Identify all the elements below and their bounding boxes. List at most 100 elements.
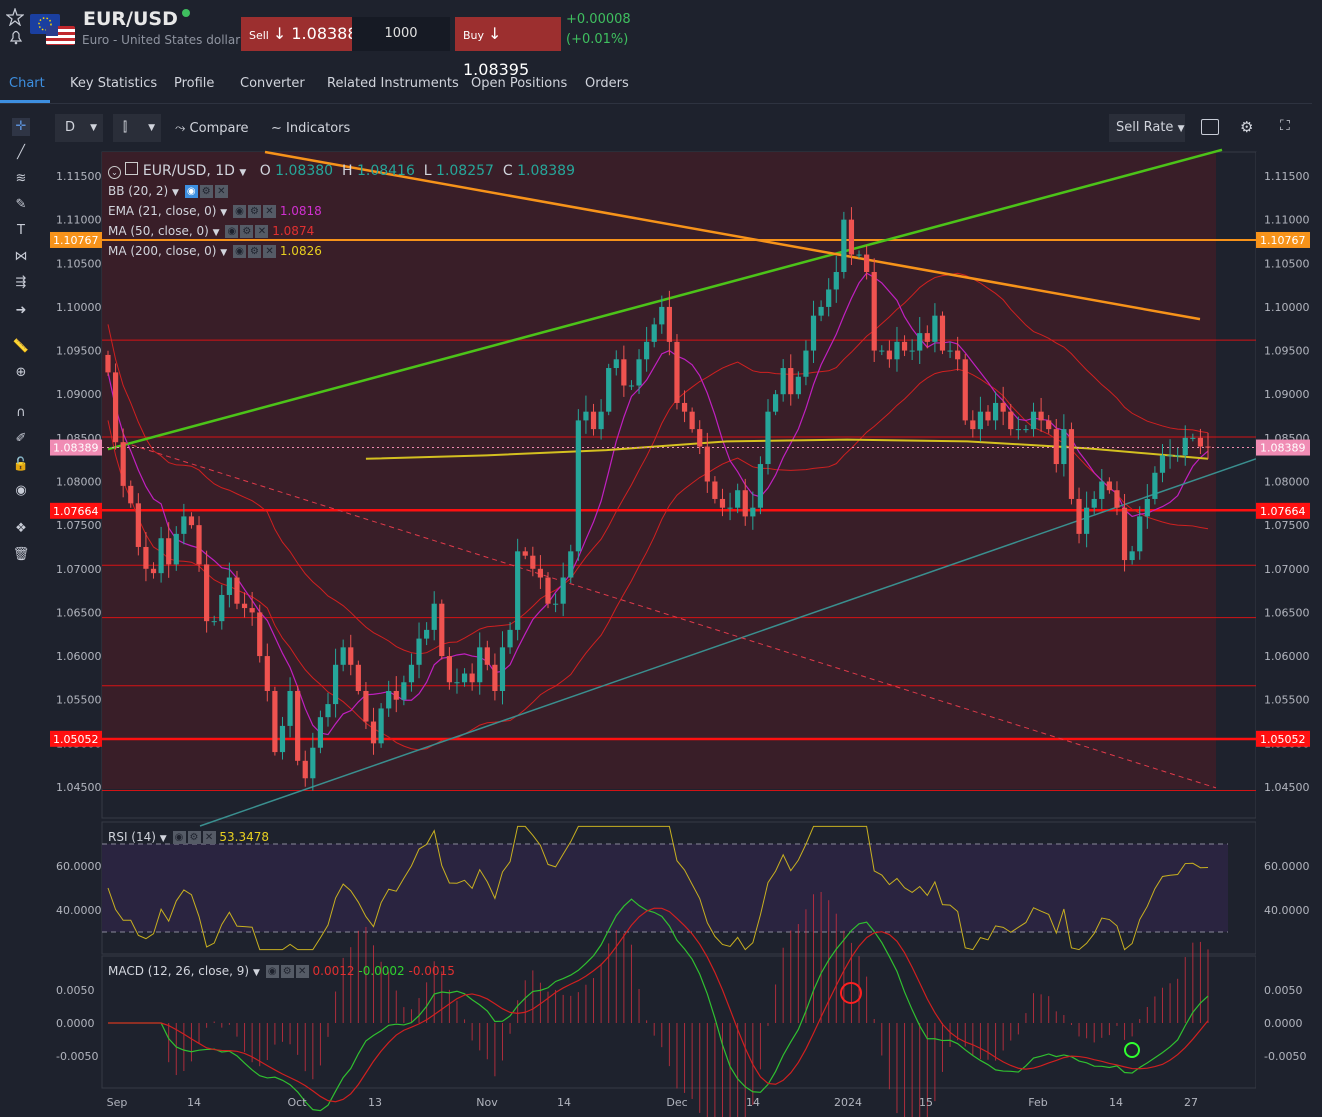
settings-icon[interactable]: ⚙	[247, 205, 261, 218]
candle-body	[401, 682, 407, 700]
quantity-input[interactable]: 1000	[352, 17, 450, 51]
candle-body	[219, 594, 225, 622]
fullscreen-icon[interactable]: ⛶	[1280, 118, 1290, 134]
candle-body	[719, 498, 726, 508]
candle-body	[158, 538, 164, 574]
candle-body	[416, 638, 422, 665]
candle-body	[173, 533, 179, 565]
candle-body	[871, 272, 877, 351]
candle-body	[636, 359, 642, 386]
candle-body	[348, 647, 354, 665]
settings-icon[interactable]: ⚙	[248, 245, 262, 258]
ema-legend[interactable]: EMA (21, close, 0) ▼ ◉ ⚙ ✕ 1.0818	[108, 204, 322, 218]
candle-body	[735, 490, 741, 508]
left-price-tick-label: 1.05500	[56, 694, 102, 707]
candle-body	[211, 621, 217, 623]
eye-icon[interactable]: ◉	[225, 225, 239, 238]
settings-icon[interactable]: ⚙	[199, 185, 213, 198]
ma50-label: MA (50, close, 0)	[108, 224, 209, 238]
macd-label: MACD (12, 26, close, 9)	[108, 964, 250, 978]
tab-chart[interactable]: Chart	[9, 76, 45, 91]
candle-body	[803, 350, 809, 377]
tab-related-instruments[interactable]: Related Instruments	[327, 76, 459, 91]
legend-title[interactable]: EUR/USD, 1D	[143, 163, 235, 179]
bell-icon[interactable]	[7, 28, 25, 46]
left-price-tick-label: 1.11000	[56, 214, 102, 227]
candle-body	[689, 411, 695, 430]
candle-body	[128, 485, 134, 504]
candle-body	[598, 411, 604, 430]
rsi-legend[interactable]: RSI (14) ▼ ◉ ⚙ ✕ 53.3478	[108, 830, 269, 844]
tab-key-statistics[interactable]: Key Statistics	[70, 76, 157, 91]
collapse-icon[interactable]: ⌄	[108, 166, 121, 179]
remove-icon[interactable]: ✕	[262, 205, 276, 218]
ma50-legend[interactable]: MA (50, close, 0) ▼ ◉ ⚙ ✕ 1.0874	[108, 224, 314, 238]
settings-gear-icon[interactable]: ⚙	[1240, 118, 1253, 136]
rsi-left-tick-label: 40.0000	[56, 904, 102, 917]
macd-tick-label: 0.0000	[1264, 1017, 1303, 1030]
candle-body	[697, 429, 703, 447]
eye-icon[interactable]: ◉	[233, 245, 247, 258]
compare-button[interactable]: ⤳ Compare	[175, 121, 249, 136]
settings-icon[interactable]: ⚙	[280, 965, 294, 978]
bb-legend[interactable]: BB (20, 2) ▼ ◉ ⚙ ✕	[108, 184, 228, 198]
eye-icon[interactable]: ◉	[172, 831, 186, 844]
tab-orders[interactable]: Orders	[585, 76, 629, 91]
open-value: 1.08380	[275, 163, 334, 179]
candle-body	[370, 721, 377, 744]
remove-icon[interactable]: ✕	[255, 225, 269, 238]
candle-body	[264, 656, 270, 691]
settings-icon[interactable]: ⚙	[187, 831, 201, 844]
candle-body	[932, 315, 938, 342]
candle-body	[712, 481, 718, 499]
candle-body	[204, 564, 210, 622]
close-value: 1.08389	[517, 163, 575, 179]
left-price-tick-label: 1.06500	[56, 606, 102, 619]
candle-body	[681, 402, 688, 412]
candle-body	[507, 629, 513, 648]
ma200-value: 1.0826	[279, 244, 322, 258]
tab-profile[interactable]: Profile	[174, 76, 214, 91]
remove-icon[interactable]: ✕	[202, 831, 216, 844]
price-tick-label: 1.10000	[1264, 301, 1310, 314]
tab-converter[interactable]: Converter	[240, 76, 305, 91]
price-tick-label: 1.05500	[1264, 694, 1310, 707]
macd-left-tick-label: 0.0050	[56, 984, 95, 997]
candle-body	[537, 568, 544, 578]
candle-body	[879, 350, 885, 352]
candle-body	[674, 341, 680, 403]
price-tag-right-label: 1.05052	[1260, 733, 1306, 746]
star-icon[interactable]	[5, 7, 25, 27]
candle-body	[552, 603, 559, 605]
crosshair-icon[interactable]: ✛	[12, 118, 30, 136]
eye-icon[interactable]: ◉	[184, 185, 198, 198]
active-tab-indicator	[0, 100, 50, 103]
candle-body	[939, 315, 946, 351]
tab-open-positions[interactable]: Open Positions	[471, 76, 567, 91]
buy-button[interactable]: Buy ↓ 1.08395	[455, 17, 561, 79]
candle-body	[234, 577, 240, 604]
candle-body	[257, 612, 263, 657]
snapshot-icon[interactable]	[1201, 119, 1219, 135]
indicators-button[interactable]: ∼ Indicators	[271, 121, 350, 136]
ma200-legend[interactable]: MA (200, close, 0) ▼ ◉ ⚙ ✕ 1.0826	[108, 244, 322, 258]
settings-icon[interactable]: ⚙	[240, 225, 254, 238]
chart-style-icon[interactable]	[125, 162, 139, 175]
price-tag-left-label: 1.10767	[53, 234, 99, 247]
candle-body	[1099, 481, 1105, 499]
interval-select[interactable]: D ▼	[55, 114, 103, 142]
rsi-value: 53.3478	[219, 830, 269, 844]
candle-body	[181, 516, 187, 534]
sell-rate-select[interactable]: Sell Rate ▼	[1109, 114, 1185, 142]
candle-body	[424, 629, 430, 639]
chart-type-select[interactable]: ⫿ ▼	[113, 114, 161, 142]
remove-icon[interactable]: ✕	[263, 245, 277, 258]
chevron-down-icon[interactable]: ▼	[239, 168, 246, 178]
eye-icon[interactable]: ◉	[232, 205, 246, 218]
macd-legend[interactable]: MACD (12, 26, close, 9) ▼ ◉ ⚙ ✕ 0.0012 -0.…	[108, 964, 455, 978]
left-price-tick-label: 1.09000	[56, 388, 102, 401]
remove-icon[interactable]: ✕	[214, 185, 228, 198]
candle-body	[810, 315, 817, 351]
eye-icon[interactable]: ◉	[265, 965, 279, 978]
remove-icon[interactable]: ✕	[295, 965, 309, 978]
